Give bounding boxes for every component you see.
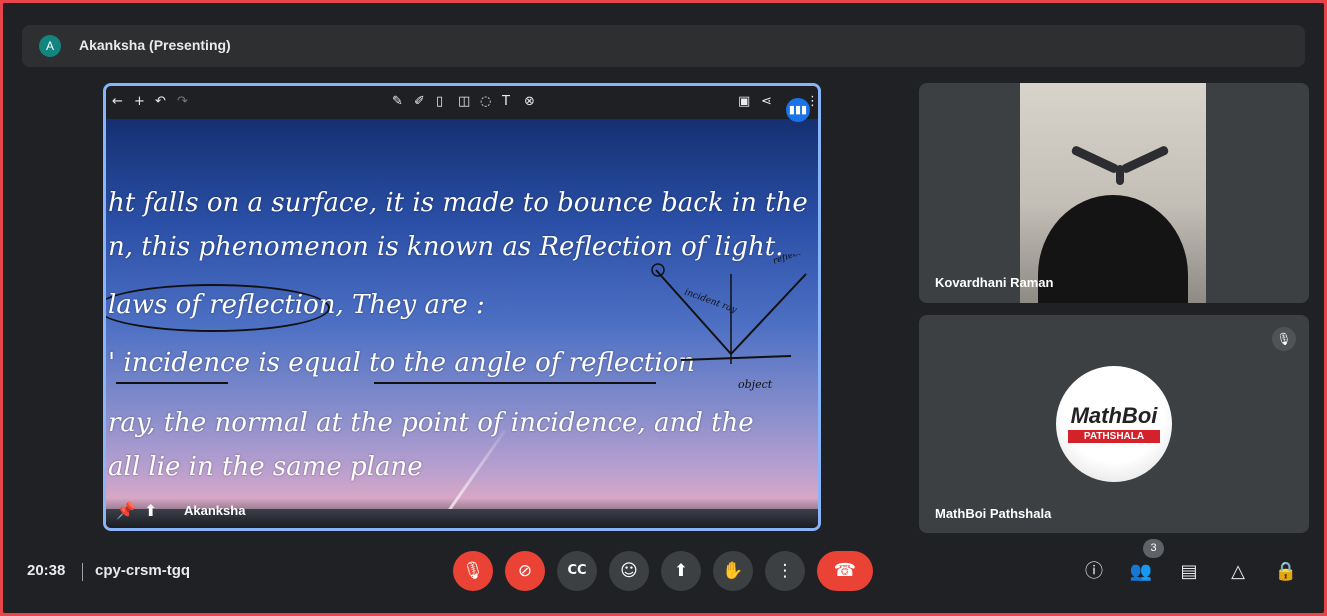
presenting-screen-icon: ⬆: [144, 501, 158, 520]
participant-name-2: MathBoi Pathshala: [935, 506, 1052, 521]
fan-blade-right: [1120, 144, 1170, 175]
marker-icon[interactable]: ✐: [414, 93, 425, 111]
meeting-clock: 20:38: [27, 562, 66, 579]
participant-video: [1020, 83, 1206, 303]
logo-title: MathBoi: [1070, 403, 1158, 428]
presenting-banner: A Akanksha (Presenting): [22, 25, 1305, 67]
clear-icon[interactable]: ⊗: [524, 93, 535, 111]
host-controls-icon[interactable]: 🔒: [1273, 559, 1299, 585]
presenter-name-label: Akanksha: [184, 503, 246, 518]
participant-tile-kovardhani[interactable]: Kovardhani Raman: [919, 83, 1309, 303]
chat-icon[interactable]: ▤: [1176, 559, 1202, 585]
more-options-button[interactable]: ⋮: [765, 551, 805, 591]
audio-activity-icon: ▮▮▮: [786, 98, 810, 122]
divider: [82, 563, 83, 581]
info-icon[interactable]: ⓘ: [1081, 559, 1107, 585]
present-button[interactable]: ⬆: [661, 551, 701, 591]
fan-hub: [1116, 165, 1124, 185]
meeting-code: cpy-crsm-tgq: [95, 562, 191, 579]
label-object: object: [738, 378, 773, 391]
people-count-badge: 3: [1143, 539, 1164, 558]
presenting-label: Akanksha (Presenting): [79, 37, 231, 53]
mic-off-icon: 🎙: [1272, 327, 1296, 351]
fan-blade-left: [1070, 144, 1120, 175]
presenter-avatar: A: [39, 35, 61, 57]
mic-toggle-button[interactable]: 🎙: [453, 551, 493, 591]
whiteboard-toolbar: ← + ↶ ↷ ✎ ✐ ▯ ◫ ◌ T ⊗ ▣ ⋖ ⋮ ▮▮▮: [106, 86, 818, 122]
presentation-tile[interactable]: ← + ↶ ↷ ✎ ✐ ▯ ◫ ◌ T ⊗ ▣ ⋖ ⋮ ▮▮▮ ht falls…: [103, 83, 821, 531]
participant-silhouette: [1038, 195, 1188, 303]
sticky-note-icon[interactable]: ◌: [480, 93, 491, 111]
raise-hand-button[interactable]: ✋: [713, 551, 753, 591]
mirror-line: [680, 355, 792, 361]
board-line-5: ray, the normal at the point of incidenc…: [108, 408, 754, 438]
highlighter-icon[interactable]: ▯: [436, 93, 443, 111]
underline-incidence: [116, 382, 228, 384]
board-line-4: ' incidence is equal to the angle of ref…: [108, 348, 695, 378]
activities-icon[interactable]: △: [1225, 559, 1251, 585]
text-icon[interactable]: T: [502, 93, 510, 111]
logo-subtitle: PATHSHALA: [1068, 430, 1160, 443]
pin-icon[interactable]: 📌: [116, 501, 136, 520]
meet-window: A Akanksha (Presenting) ← + ↶ ↷ ✎ ✐ ▯ ◫ …: [3, 3, 1324, 613]
emoji-button[interactable]: ☺: [609, 551, 649, 591]
present-screen-icon[interactable]: ▣: [738, 93, 750, 111]
undo-icon[interactable]: ↶: [155, 93, 166, 111]
camera-toggle-button[interactable]: ⊘: [505, 551, 545, 591]
add-icon[interactable]: +: [134, 93, 145, 111]
board-line-1: ht falls on a surface, it is made to bou…: [108, 188, 808, 218]
reflection-diagram: incident ray reflected ray object: [651, 254, 816, 391]
pen-icon[interactable]: ✎: [392, 93, 403, 111]
mathboi-logo: MathBoi PATHSHALA: [1056, 366, 1172, 482]
end-call-button[interactable]: ☎: [817, 551, 873, 591]
people-icon[interactable]: 👥: [1128, 559, 1154, 585]
participant-tile-mathboi[interactable]: 🎙 MathBoi PATHSHALA MathBoi Pathshala: [919, 315, 1309, 533]
board-line-3: laws of reflection, They are :: [108, 290, 485, 320]
light-source-mark: [651, 263, 665, 277]
underline-angle: [374, 382, 656, 384]
incident-ray-line: [655, 269, 732, 355]
captions-button[interactable]: CC: [557, 551, 597, 591]
board-line-6: all lie in the same plane: [108, 452, 423, 482]
back-arrow-icon[interactable]: ←: [112, 93, 123, 111]
redo-icon[interactable]: ↷: [177, 93, 188, 111]
reflected-ray-line: [730, 273, 807, 355]
share-icon[interactable]: ⋖: [761, 93, 772, 111]
participant-name-1: Kovardhani Raman: [935, 275, 1054, 290]
eraser-icon[interactable]: ◫: [458, 93, 470, 111]
label-reflected-ray: reflected ray: [772, 254, 816, 267]
